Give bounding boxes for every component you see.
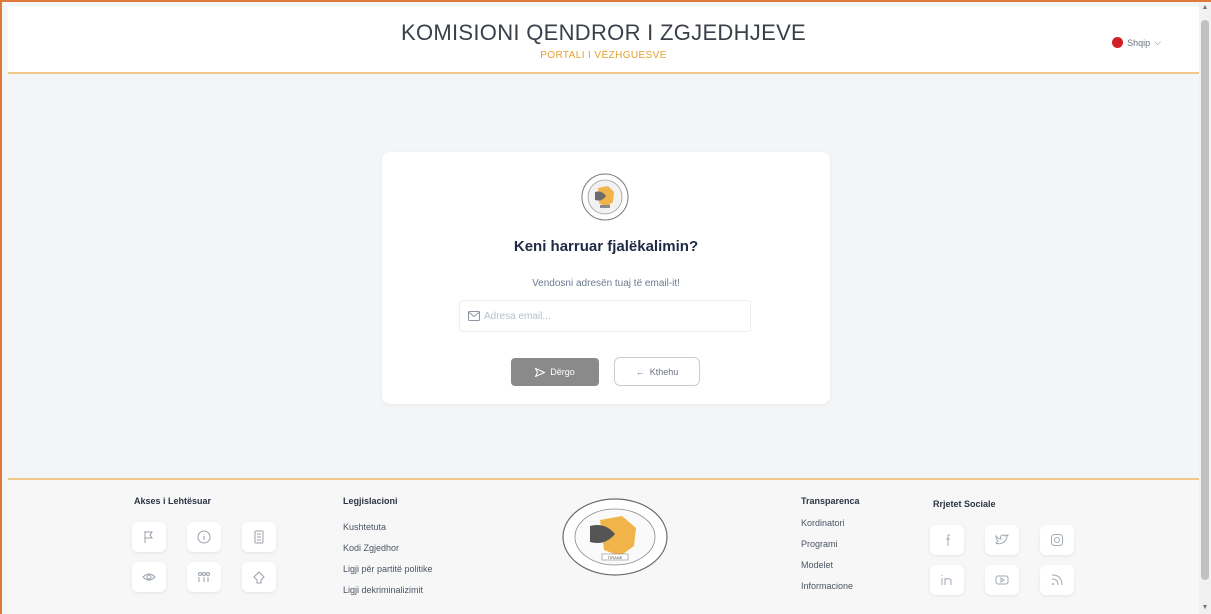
site-subtitle: PORTALI I VËZHGUESVE [540,50,667,61]
send-icon [535,367,546,377]
rss-icon[interactable] [1040,565,1074,595]
forgot-password-card: Keni harruar fjalëkalimin? Vendosni adre… [382,152,830,404]
legislation-title: Legjislacioni [343,496,398,506]
legislation-link-parties-law[interactable]: Ligji për partitë politike [343,564,433,574]
accessibility-title: Akses i Lehtësuar [134,496,212,506]
email-field[interactable] [459,300,751,332]
document-icon[interactable] [242,522,276,552]
flag-outline-icon[interactable] [132,522,166,552]
kqz-seal-icon: TIRANE [562,498,668,576]
transparency-link-information[interactable]: Informacione [801,581,853,591]
facebook-icon[interactable] [930,525,964,555]
legislation-link-decriminalization[interactable]: Ligji dekriminalizimit [343,585,423,595]
send-button[interactable]: Dërgo [511,358,599,386]
linkedin-icon[interactable] [930,565,964,595]
info-icon[interactable] [187,522,221,552]
instagram-icon[interactable] [1040,525,1074,555]
arrow-left-icon: ← [635,366,645,377]
scroll-down-arrow-icon[interactable]: ▼ [1199,602,1211,614]
back-button-label: Kthehu [649,366,679,377]
language-label: Shqip [1127,37,1151,48]
hand-pointer-icon[interactable] [242,562,276,592]
people-icon[interactable] [187,562,221,592]
mail-icon [468,311,480,321]
page-scrollbar[interactable]: ▲ ▼ [1199,2,1211,614]
legislation-link-constitution[interactable]: Kushtetuta [343,522,386,532]
scroll-up-arrow-icon[interactable]: ▲ [1199,2,1211,14]
flag-icon [1112,37,1124,48]
card-title: Keni harruar fjalëkalimin? [513,238,699,255]
seal-text: TIRANE [608,555,623,560]
twitter-icon[interactable] [985,525,1019,555]
eye-icon[interactable] [132,562,166,592]
transparency-link-program[interactable]: Programi [801,539,838,549]
language-selector[interactable]: Shqip ⌵ [1112,37,1161,48]
email-input[interactable] [484,310,734,322]
transparency-title: Transparenca [801,496,860,506]
kqz-logo-icon [581,173,629,221]
legislation-link-electoral-code[interactable]: Kodi Zgjedhor [343,543,399,553]
card-subtitle: Vendosni adresën tuaj të email-it! [532,278,680,289]
chevron-down-icon: ⌵ [1154,37,1161,47]
transparency-link-coordinator[interactable]: Kordinatori [801,518,845,528]
transparency-link-models[interactable]: Modelet [801,560,833,570]
scrollbar-thumb[interactable] [1201,20,1209,580]
send-button-label: Dërgo [550,367,575,377]
social-title: Rrjetet Sociale [933,499,996,509]
site-footer: Akses i Lehtësuar Legjislacioni Kushtetu… [8,478,1199,614]
youtube-icon[interactable] [985,565,1019,595]
site-header: KOMISIONI QENDROR I ZGJEDHJEVE PORTALI I… [8,6,1199,74]
back-button[interactable]: ← Kthehu [614,357,700,386]
site-title: KOMISIONI QENDROR I ZGJEDHJEVE [400,20,807,45]
